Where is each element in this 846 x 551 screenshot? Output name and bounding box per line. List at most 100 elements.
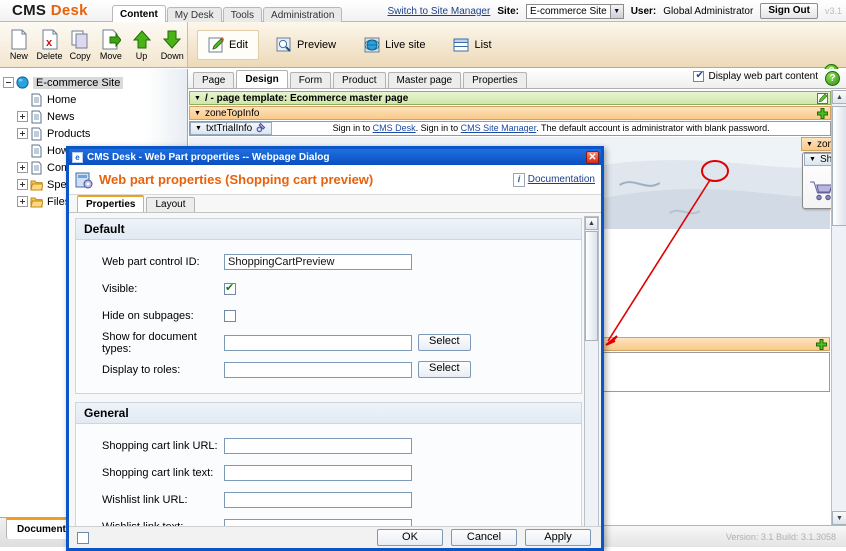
configure-webpart-icon[interactable] — [256, 122, 267, 136]
edit-template-icon[interactable] — [817, 93, 828, 107]
tab-content[interactable]: Content — [112, 5, 166, 22]
tab-administration[interactable]: Administration — [263, 7, 343, 22]
live-site-button[interactable]: Live site — [353, 30, 436, 60]
webpart-bar-txttrialinfo[interactable]: ▼ txtTrialInfo — [190, 122, 273, 136]
documentation-link-wrap[interactable]: Documentation — [512, 172, 595, 187]
show-for-document-types-input[interactable] — [224, 334, 412, 351]
chevron-down-icon[interactable]: ▼ — [809, 156, 816, 163]
subtab-form[interactable]: Form — [289, 72, 332, 88]
webpart-control-id-input[interactable]: ShoppingCartPreview — [224, 253, 412, 270]
scrollbar-thumb[interactable] — [832, 106, 846, 226]
expand-toggle-icon[interactable] — [17, 111, 28, 122]
dialog-header-title: Web part properties (Shopping cart previ… — [99, 172, 374, 187]
tree-item-ecommerce-site[interactable]: E-commerce Site — [3, 74, 187, 91]
field-label: Web part control ID: — [102, 255, 200, 268]
expand-toggle-icon[interactable] — [17, 196, 28, 207]
switch-to-site-manager-link[interactable]: Switch to Site Manager — [388, 6, 491, 17]
tree-item-products[interactable]: Products — [3, 125, 187, 142]
dialog-scrollbar[interactable]: ▲ ▼ — [584, 216, 599, 546]
dialog-tab-properties[interactable]: Properties — [77, 195, 145, 212]
app-logo: CMS Desk — [12, 2, 88, 19]
display-to-roles-input[interactable] — [224, 361, 412, 378]
sign-out-button[interactable]: Sign Out — [760, 3, 818, 19]
apply-button[interactable]: Apply — [525, 529, 591, 546]
up-button[interactable]: Up — [127, 24, 157, 66]
zone-bar-zonetopinfo[interactable]: ▼ zoneTopInfo — [189, 106, 831, 120]
cms-desk-link[interactable]: CMS Desk — [373, 123, 416, 133]
chevron-down-icon[interactable]: ▼ — [194, 110, 201, 117]
shopping-cart-link-url-input[interactable] — [224, 437, 412, 454]
preview-view-button[interactable]: Preview — [265, 30, 347, 60]
info-document-icon — [512, 172, 525, 187]
visible-checkbox[interactable] — [224, 281, 236, 295]
chevron-down-icon[interactable]: ▼ — [194, 95, 201, 102]
tree-item-news[interactable]: News — [3, 108, 187, 125]
collapse-toggle-icon[interactable] — [3, 77, 14, 88]
subtab-design[interactable]: Design — [236, 70, 288, 88]
scroll-down-icon[interactable]: ▼ — [832, 511, 846, 525]
display-webpart-content-checkbox[interactable] — [693, 70, 705, 82]
page-template-bar[interactable]: ▼ / - page template: Ecommerce master pa… — [189, 91, 831, 105]
dialog-tab-layout[interactable]: Layout — [146, 197, 195, 212]
field-label: Show for document types: — [102, 330, 197, 355]
logo-cms: CMS — [12, 2, 47, 19]
close-icon[interactable]: ✕ — [586, 150, 599, 164]
footer-checkbox[interactable] — [77, 531, 89, 544]
edit-view-button[interactable]: Edit — [197, 29, 259, 60]
webpart-properties-icon — [75, 171, 93, 189]
chevron-down-icon[interactable]: ▼ — [806, 141, 813, 148]
ok-button[interactable]: OK — [377, 529, 443, 546]
new-button[interactable]: New — [4, 24, 34, 66]
dialog-scrollbar-thumb[interactable] — [585, 231, 598, 341]
dialog-title-bar[interactable]: e CMS Desk - Web Part properties -- Webp… — [69, 149, 601, 165]
globe-icon — [364, 37, 380, 53]
select-document-types-button[interactable]: Select — [418, 334, 471, 351]
cancel-button[interactable]: Cancel — [451, 529, 517, 546]
page-icon — [30, 93, 43, 107]
tab-my-desk[interactable]: My Desk — [166, 7, 222, 22]
subtab-page[interactable]: Page — [193, 72, 235, 88]
wishlist-link-url-input[interactable] — [224, 491, 412, 508]
dialog-tabs: Properties Layout — [69, 195, 601, 213]
add-webpart-plus-icon[interactable] — [817, 108, 828, 122]
down-button[interactable]: Down — [157, 24, 187, 66]
subtab-master-page[interactable]: Master page — [387, 72, 462, 88]
hide-on-subpages-checkbox[interactable] — [224, 309, 236, 322]
documentation-link[interactable]: Documentation — [528, 174, 595, 185]
subtab-product[interactable]: Product — [333, 72, 386, 88]
shopping-cart-link-text-input[interactable] — [224, 464, 412, 481]
content-help-button[interactable]: ? — [825, 71, 840, 86]
page-icon — [30, 110, 43, 124]
trial-info-note: Sign in to CMS Desk. Sign in to CMS Site… — [272, 122, 830, 135]
folder-icon — [30, 195, 44, 209]
section-default-title: Default — [76, 219, 581, 240]
design-scrollbar[interactable]: ▲ ▼ — [831, 90, 846, 525]
list-view-button[interactable]: List — [442, 30, 502, 60]
expand-toggle-icon[interactable] — [17, 162, 28, 173]
content-subtabs: Page Design Form Product Master page Pro… — [188, 69, 846, 89]
tree-item-home[interactable]: Home — [3, 91, 187, 108]
expand-toggle-icon[interactable] — [17, 179, 28, 190]
select-roles-button[interactable]: Select — [418, 361, 471, 378]
delete-button[interactable]: x Delete — [35, 24, 65, 66]
help-question-icon: ? — [825, 71, 840, 86]
section-default-body: Web part control ID: ShoppingCartPreview… — [76, 240, 581, 393]
move-button[interactable]: Move — [96, 24, 126, 66]
chevron-down-icon[interactable]: ▼ — [195, 125, 202, 132]
dialog-header: Web part properties (Shopping cart previ… — [69, 165, 601, 195]
site-select[interactable]: E-commerce Site ▼ — [526, 3, 624, 19]
subtab-properties[interactable]: Properties — [463, 72, 527, 88]
field-webpart-control-id: Web part control ID: ShoppingCartPreview — [84, 248, 573, 275]
folder-icon — [30, 178, 44, 192]
dialog-body: Default Web part control ID: ShoppingCar… — [69, 214, 601, 548]
site-label: Site: — [497, 5, 519, 17]
expand-toggle-icon[interactable] — [17, 128, 28, 139]
scroll-up-icon[interactable]: ▲ — [832, 90, 846, 104]
display-webpart-content-toggle[interactable]: Display web part content — [693, 70, 818, 82]
field-display-to-roles: Display to roles: Select — [84, 356, 573, 383]
tab-tools[interactable]: Tools — [222, 7, 263, 22]
cms-site-manager-link[interactable]: CMS Site Manager — [461, 123, 537, 133]
add-webpart-plus-icon[interactable] — [816, 339, 827, 353]
copy-button[interactable]: Copy — [65, 24, 95, 66]
scroll-up-icon[interactable]: ▲ — [585, 217, 598, 230]
